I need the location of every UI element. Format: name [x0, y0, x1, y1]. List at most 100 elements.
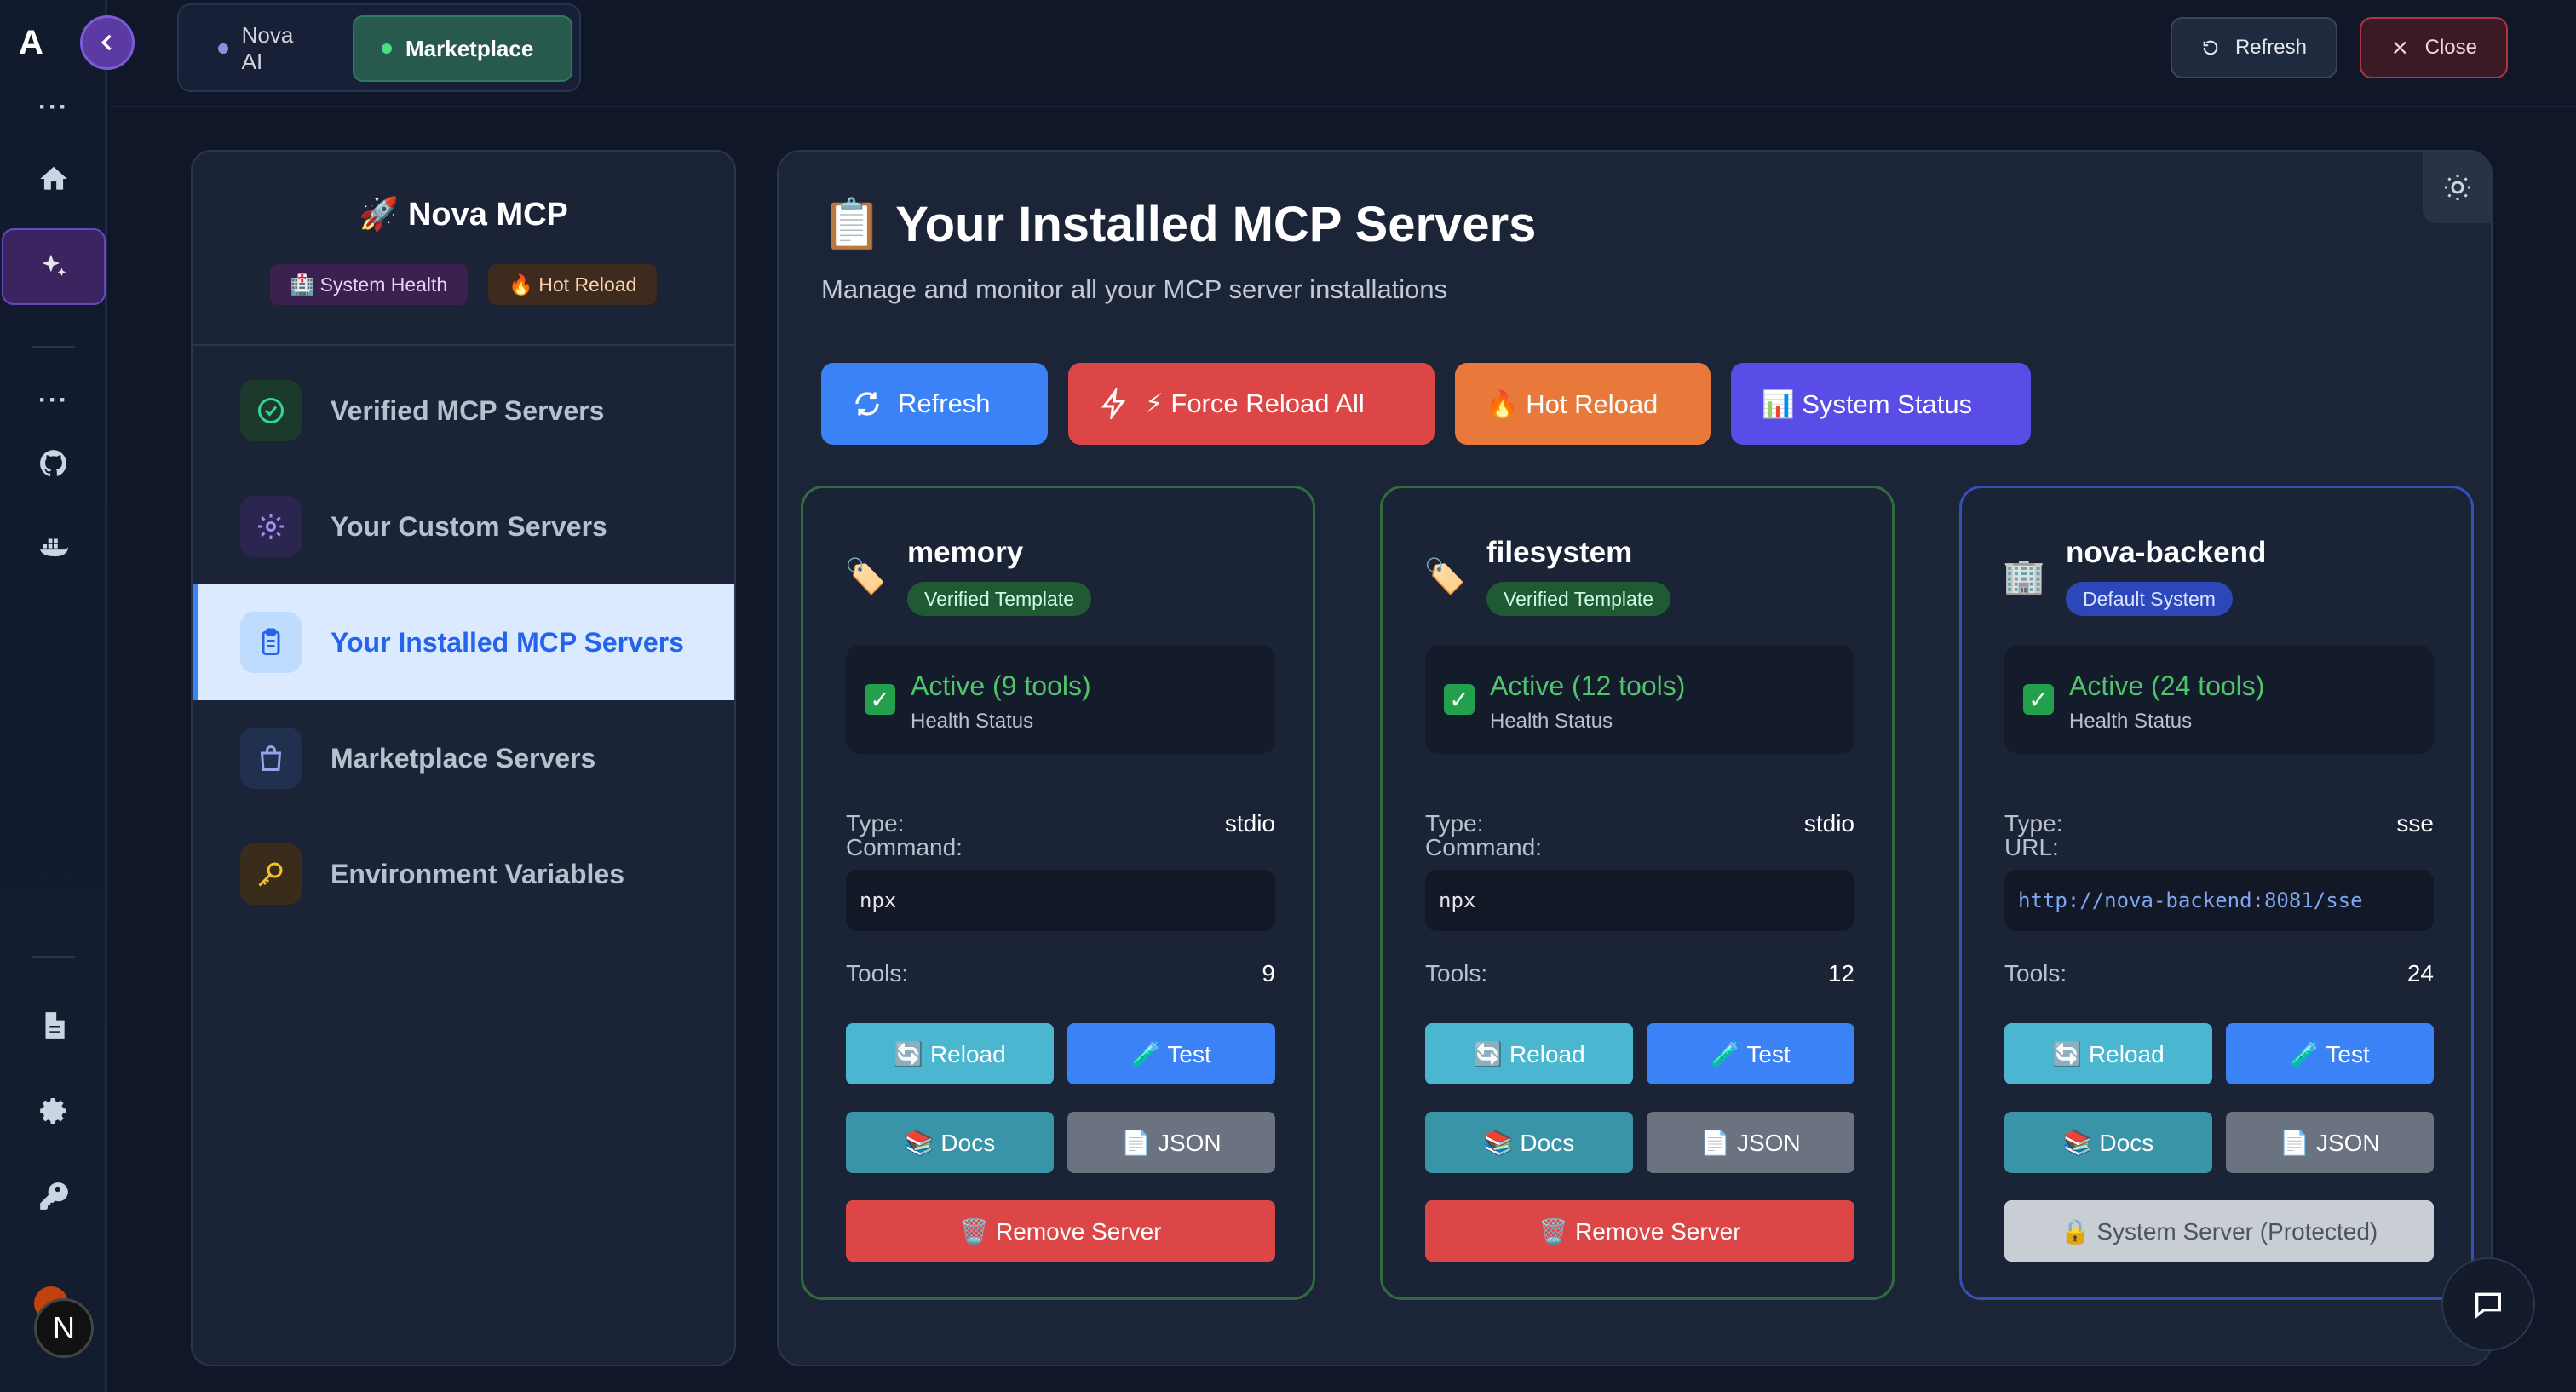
test-button[interactable]: 🧪 Test [1647, 1023, 1854, 1084]
refresh-button[interactable]: Refresh [821, 363, 1048, 445]
github-nav[interactable] [0, 438, 107, 489]
user-avatar[interactable]: N [34, 1298, 94, 1358]
tag-icon: 🏷️ [844, 558, 887, 595]
sidebar-item-custom[interactable]: Your Custom Servers [193, 469, 734, 584]
lightning-icon [1101, 388, 1126, 419]
tab-marketplace[interactable]: Marketplace [353, 15, 572, 82]
sidebar-badges: 🏥 System Health 🔥 Hot Reload [193, 264, 734, 305]
docs-button[interactable]: 📚 Docs [2004, 1112, 2212, 1173]
sidebar-item-label: Verified MCP Servers [331, 394, 605, 426]
reload-button[interactable]: 🔄 Reload [1425, 1023, 1633, 1084]
command-value: npx [1425, 870, 1854, 931]
checkmark-icon: ✓ [2023, 684, 2054, 715]
sparkles-icon [42, 254, 66, 277]
key-icon [240, 843, 302, 905]
hot-reload-badge[interactable]: 🔥 Hot Reload [488, 264, 658, 305]
keys-nav[interactable] [0, 1171, 107, 1222]
collapse-sidebar-button[interactable] [80, 15, 135, 70]
refresh-icon [855, 392, 879, 416]
key-icon [40, 1182, 68, 1210]
command-label: Command: [1425, 834, 1542, 860]
building-icon: 🏢 [2003, 558, 2045, 595]
tab-dot [218, 43, 228, 54]
top-refresh-button[interactable]: Refresh [2171, 17, 2337, 78]
sidebar-item-marketplace[interactable]: Marketplace Servers [193, 700, 734, 816]
test-button[interactable]: 🧪 Test [2226, 1023, 2434, 1084]
close-label: Close [2424, 36, 2477, 59]
hot-reload-label: 🔥 Hot Reload [1486, 388, 1659, 419]
docs-nav[interactable] [0, 1000, 107, 1051]
top-close-button[interactable]: Close [2360, 17, 2508, 78]
server-card-filesystem: 🏷️ filesystem Verified Template ✓ Active… [1380, 486, 1895, 1300]
reload-button[interactable]: 🔄 Reload [2004, 1023, 2212, 1084]
url-label: URL: [2004, 834, 2059, 860]
health-status-text: Active (9 tools) [911, 670, 1091, 701]
health-status-label: Health Status [2069, 710, 2193, 733]
more-dots-icon: ··· [38, 386, 69, 414]
tools-label: Tools: [2004, 960, 2067, 986]
tab-group: Nova AI Marketplace [177, 3, 581, 92]
json-button[interactable]: 📄 JSON [1067, 1112, 1275, 1173]
server-card-nova-backend: 🏢 nova-backend Default System ✓ Active (… [1959, 486, 2474, 1300]
reload-button[interactable]: 🔄 Reload [846, 1023, 1054, 1084]
force-reload-label: ⚡ Force Reload All [1145, 388, 1365, 418]
command-row: Command: [1425, 834, 1854, 861]
refresh-icon [2203, 40, 2218, 55]
sidebar-item-installed[interactable]: Your Installed MCP Servers [193, 584, 734, 700]
health-status-box: ✓ Active (9 tools) Health Status [846, 645, 1275, 754]
tools-label: Tools: [846, 960, 909, 986]
refresh-label: Refresh [898, 388, 991, 418]
system-status-button[interactable]: 📊 System Status [1731, 363, 2031, 445]
tools-label: Tools: [1425, 960, 1488, 986]
url-row: URL: [2004, 834, 2434, 861]
tools-row: Tools: 9 [846, 960, 1275, 987]
command-label: Command: [846, 834, 963, 860]
server-name: filesystem [1486, 536, 1633, 569]
json-button[interactable]: 📄 JSON [1647, 1112, 1854, 1173]
sidebar-item-label: Environment Variables [331, 858, 625, 889]
health-status-text: Active (24 tools) [2069, 670, 2265, 701]
server-badge: Default System [2066, 582, 2233, 616]
sidebar-item-env[interactable]: Environment Variables [193, 816, 734, 932]
chat-bubble-icon [2475, 1292, 2501, 1319]
tools-count: 12 [1827, 960, 1854, 986]
server-card-memory: 🏷️ memory Verified Template ✓ Active (9 … [801, 486, 1315, 1300]
docs-button[interactable]: 📚 Docs [1425, 1112, 1633, 1173]
docs-button[interactable]: 📚 Docs [846, 1112, 1054, 1173]
remove-server-button[interactable]: 🗑️ Remove Server [846, 1200, 1275, 1262]
more-menu-top[interactable]: ··· [0, 82, 107, 133]
docker-nav[interactable] [0, 521, 107, 572]
more-menu-mid[interactable]: ··· [0, 375, 107, 426]
hot-reload-button[interactable]: 🔥 Hot Reload [1455, 363, 1711, 445]
shopping-bag-icon [240, 728, 302, 789]
health-status-label: Health Status [1490, 710, 1613, 733]
rail-divider [32, 956, 75, 958]
tab-label: Marketplace [405, 35, 534, 61]
sidebar-item-label: Marketplace Servers [331, 742, 596, 774]
ai-nav[interactable] [2, 228, 106, 305]
theme-toggle-button[interactable] [2423, 152, 2493, 223]
settings-nav[interactable] [0, 1085, 107, 1136]
system-status-label: 📊 System Status [1762, 388, 1973, 419]
more-dots-icon: ··· [38, 93, 69, 121]
chat-button[interactable] [2441, 1257, 2535, 1351]
tab-label: Nova AI [241, 22, 294, 74]
tools-row: Tools: 24 [2004, 960, 2434, 987]
server-badge: Verified Template [907, 582, 1092, 616]
protected-server-button: 🔒 System Server (Protected) [2004, 1200, 2434, 1262]
force-reload-all-button[interactable]: ⚡ Force Reload All [1068, 363, 1435, 445]
test-button[interactable]: 🧪 Test [1067, 1023, 1275, 1084]
home-nav[interactable] [0, 153, 107, 204]
json-button[interactable]: 📄 JSON [2226, 1112, 2434, 1173]
refresh-label: Refresh [2234, 36, 2307, 59]
checkmark-icon: ✓ [865, 684, 895, 715]
sidebar-divider [193, 344, 734, 346]
remove-server-button[interactable]: 🗑️ Remove Server [1425, 1200, 1854, 1262]
tools-count: 24 [2406, 960, 2434, 986]
clipboard-icon [240, 612, 302, 673]
close-icon [2393, 41, 2406, 55]
sidebar-item-verified[interactable]: Verified MCP Servers [193, 353, 734, 469]
system-health-badge[interactable]: 🏥 System Health [269, 264, 469, 305]
tab-nova-ai[interactable]: Nova AI [191, 15, 344, 82]
docker-icon [40, 538, 68, 557]
